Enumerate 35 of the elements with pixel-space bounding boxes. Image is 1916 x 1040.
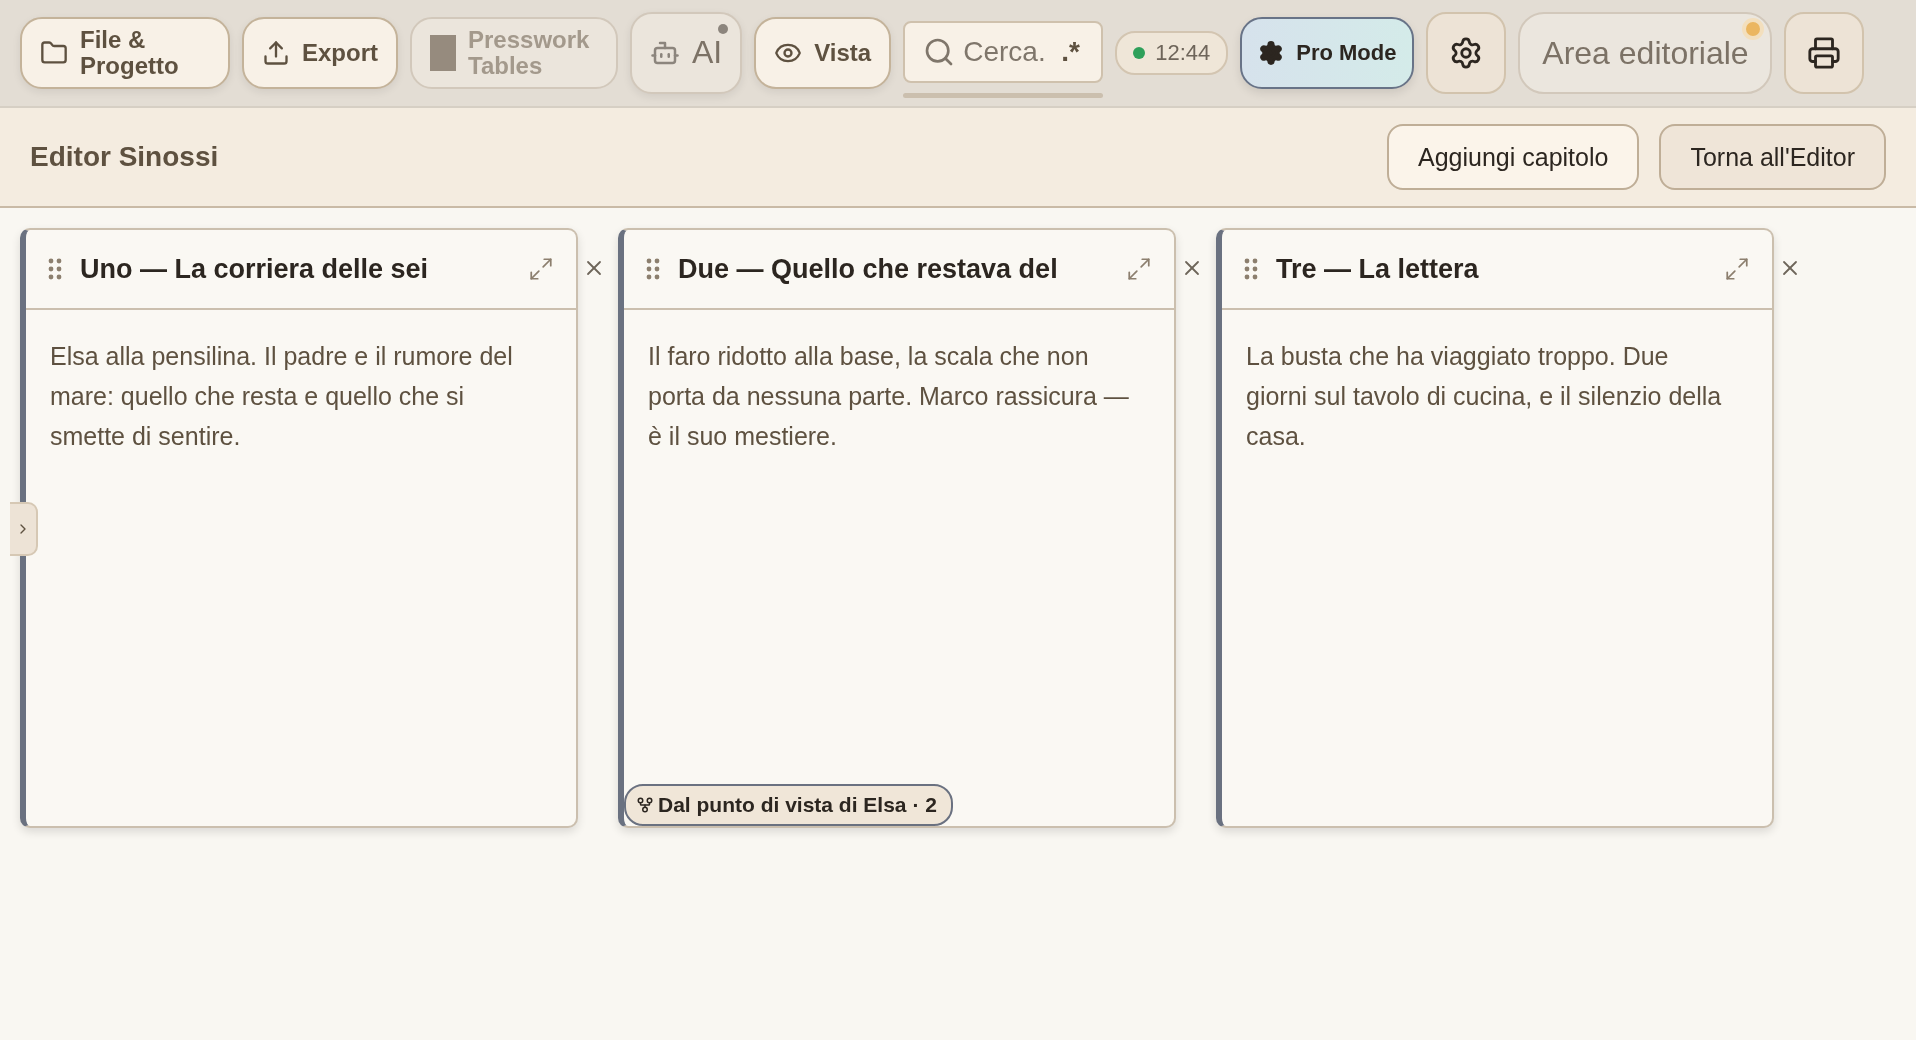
expand-icon[interactable] [1126, 256, 1152, 282]
drag-handle-icon[interactable] [48, 258, 62, 280]
header-button[interactable]: Torna all'Editor [1659, 124, 1886, 190]
card-synopsis: Il faro ridotto alla base, la scala che non porta da nessuna parte. Marco rassicura — è il suo mestiere. [647, 341, 1130, 452]
card-title: Due — Quello che restava del [678, 253, 1059, 285]
settings-button[interactable] [1426, 12, 1507, 94]
card-title: Uno — La corriera delle sei [80, 253, 430, 285]
folder-icon [40, 39, 68, 67]
fork-icon [636, 796, 654, 814]
page-title: Editor Sinossi [30, 141, 219, 173]
gear-icon [1258, 40, 1285, 66]
card-synopsis: La busta che ha viaggiato troppo. Due giorni sul tavolo di cucina, e il silenzio della casa. [1245, 341, 1723, 452]
search-input[interactable]: Cerca. [961, 34, 1056, 69]
card-synopsis: Elsa alla pensilina. Il padre e il rumore del mare: quello che resta e quello che si smette di sentire. [49, 341, 514, 452]
search-field[interactable]: Cerca. .* [903, 20, 1104, 83]
expand-icon[interactable] [528, 256, 554, 282]
area-button[interactable]: Area editoriale [1518, 12, 1773, 94]
pro-mode-button[interactable]: Pro Mode [1240, 17, 1415, 89]
printer-icon [1807, 36, 1842, 70]
toolbar-button[interactable]: File & Progetto [20, 17, 230, 89]
header-button[interactable]: Aggiungi capitolo [1387, 124, 1640, 190]
block-icon [430, 35, 456, 71]
upload-icon [262, 39, 290, 67]
branch-label: Dal punto di vista di Elsa · 2 [658, 793, 937, 817]
print-button[interactable] [1784, 12, 1865, 94]
expand-icon[interactable] [1724, 256, 1750, 282]
toolbar-button[interactable]: Vista [754, 17, 892, 89]
toolbar-button[interactable]: AI [630, 12, 743, 94]
clock-time: 12:44 [1155, 40, 1211, 66]
drag-handle-icon[interactable] [646, 258, 660, 280]
toolbar-button[interactable]: Export [242, 17, 398, 89]
card-title: Tre — La lettera [1276, 253, 1480, 285]
branch-badge[interactable]: Dal punto di vista di Elsa · 2 [624, 784, 953, 826]
drag-handle-icon[interactable] [1244, 258, 1258, 280]
regex-toggle[interactable]: .* [1061, 35, 1080, 68]
